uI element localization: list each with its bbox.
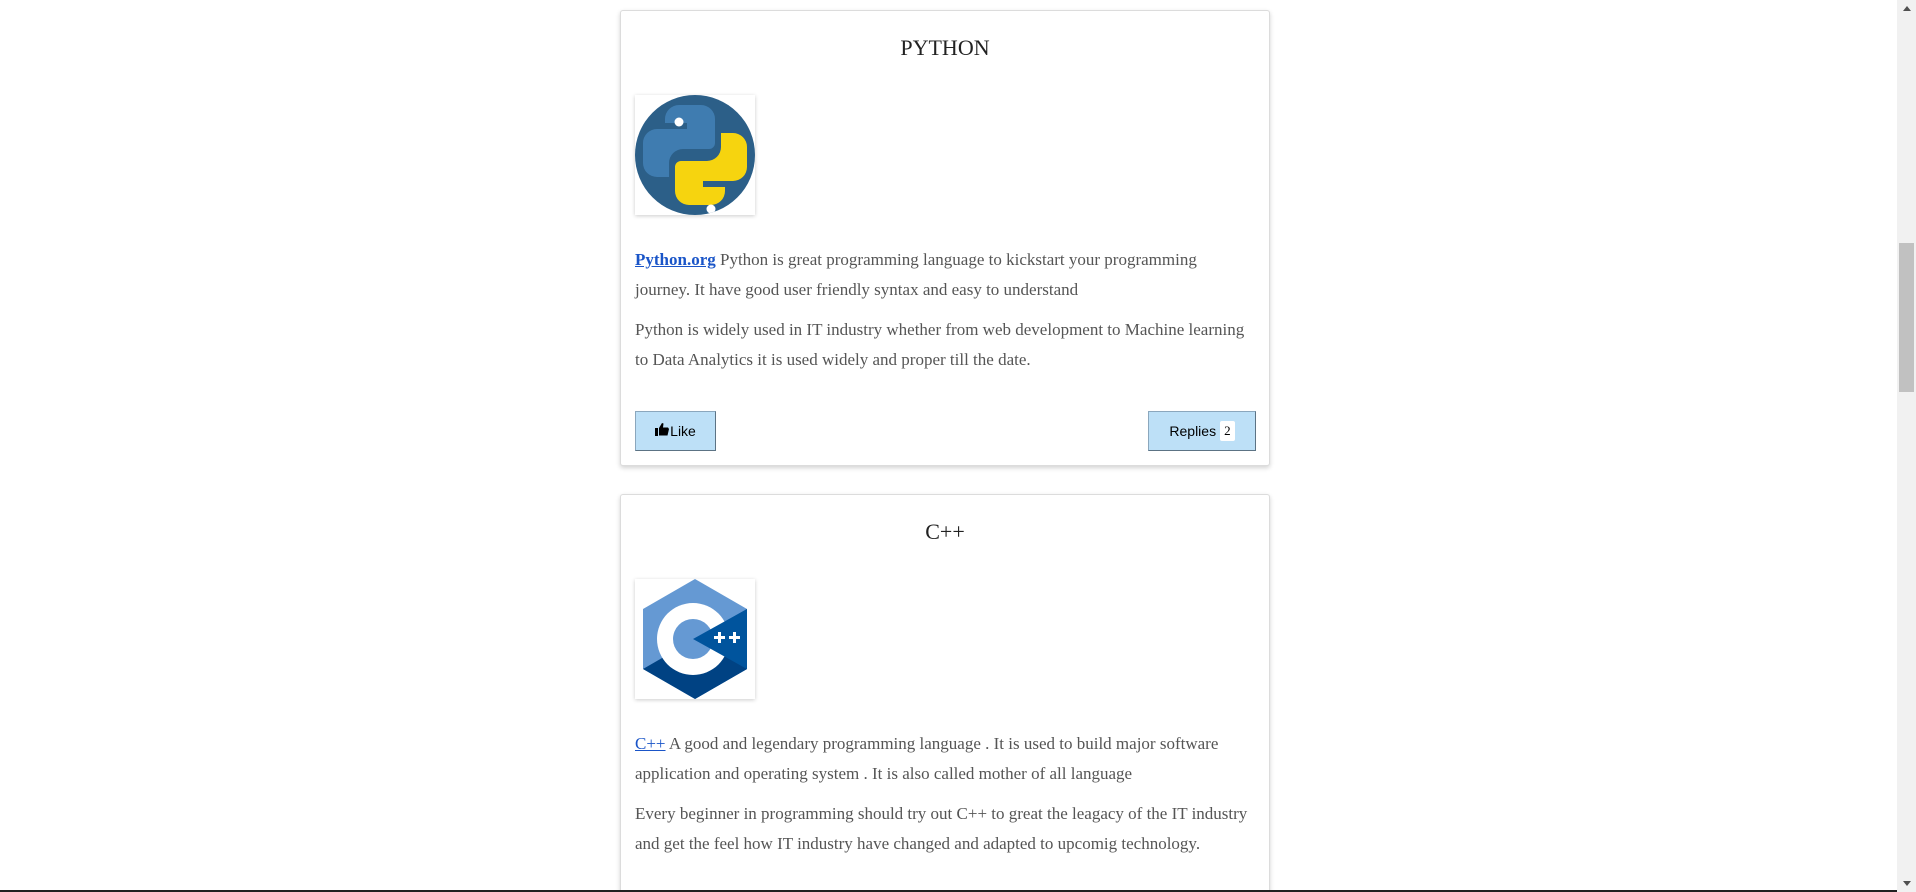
post-details: Every beginner in programming should try… (635, 804, 1248, 853)
scrollbar-thumb[interactable] (1899, 243, 1914, 392)
post-description-text: Python is great programming language to … (635, 250, 1197, 299)
replies-button[interactable]: Replies 2 (1148, 411, 1256, 451)
thumbs-up-icon (655, 423, 670, 439)
scroll-up-icon[interactable] (1897, 0, 1916, 17)
vertical-scrollbar[interactable] (1897, 0, 1916, 892)
like-button[interactable]: Like (635, 411, 716, 451)
post-details: Python is widely used in IT industry whe… (635, 320, 1245, 369)
replies-count-badge: 2 (1220, 421, 1235, 441)
post-description-text: A good and legendary programming languag… (635, 734, 1219, 783)
python-org-link[interactable]: Python.org (635, 250, 716, 269)
post-title: C++ (925, 519, 965, 544)
scroll-down-icon[interactable] (1897, 875, 1916, 892)
replies-label: Replies (1169, 423, 1217, 439)
python-logo-icon (635, 95, 755, 215)
cpp-logo-icon (635, 579, 755, 699)
post-card-python: PYTHON Python.org Python is great progra… (620, 10, 1270, 466)
post-description: C++ A good and legendary programming lan… (635, 729, 1255, 789)
page-viewport: PYTHON Python.org Python is great progra… (0, 0, 1916, 892)
post-description: Python.org Python is great programming l… (635, 245, 1255, 305)
post-card-cpp: C++ C++ A good and legendary programming… (620, 494, 1270, 892)
like-label: Like (670, 423, 696, 439)
post-title: PYTHON (900, 35, 990, 60)
cpp-link[interactable]: C++ (635, 734, 666, 753)
